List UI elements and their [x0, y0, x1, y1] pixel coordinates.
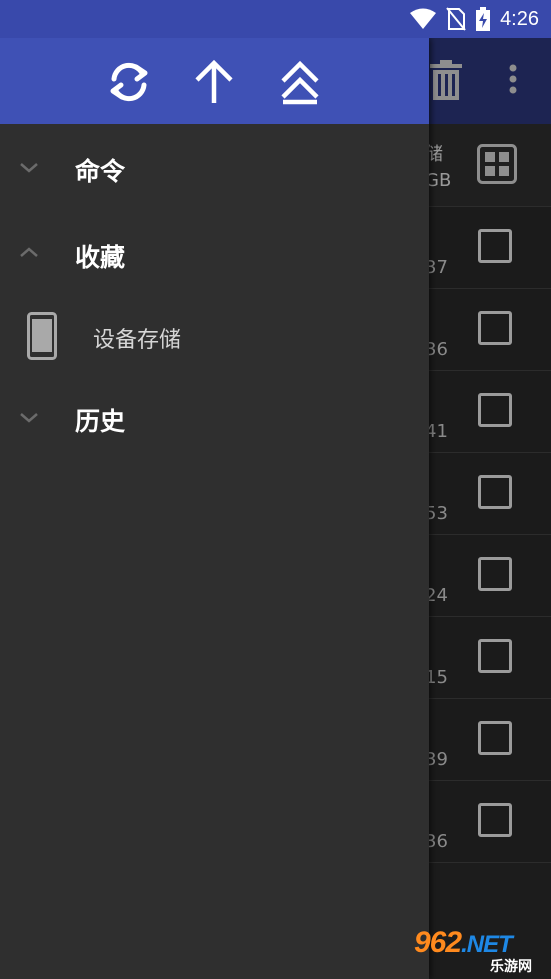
section-history-label: 历史	[75, 407, 126, 436]
row-checkbox[interactable]	[478, 639, 512, 673]
refresh-button[interactable]	[105, 58, 153, 106]
no-sim-icon	[446, 7, 466, 31]
row-checkbox[interactable]	[478, 311, 512, 345]
status-bar: 4:26	[0, 0, 551, 38]
go-up-button[interactable]	[190, 58, 238, 106]
drawer-header	[0, 38, 429, 124]
watermark-main: 962	[414, 926, 462, 959]
chevron-up-icon	[20, 247, 38, 257]
watermark-sub: 乐游网	[490, 959, 532, 975]
refresh-icon	[110, 62, 148, 102]
section-favorites[interactable]: 收藏	[0, 224, 429, 284]
section-history[interactable]: 历史	[0, 388, 429, 448]
row-checkbox[interactable]	[478, 229, 512, 263]
section-commands-label: 命令	[75, 157, 126, 186]
row-checkbox[interactable]	[478, 393, 512, 427]
row-checkbox[interactable]	[478, 475, 512, 509]
navigation-drawer: 命令 收藏 设备存储 历史	[0, 38, 429, 979]
wifi-icon	[410, 8, 437, 29]
grid-view-icon[interactable]	[477, 144, 517, 184]
chevron-down-icon	[20, 163, 38, 173]
more-vert-icon[interactable]	[508, 64, 518, 94]
phone-icon	[27, 312, 57, 360]
chevron-down-icon	[20, 413, 38, 423]
battery-charging-icon	[476, 7, 491, 31]
clock: 4:26	[500, 7, 539, 30]
watermark-text: 962.NET	[414, 926, 513, 960]
go-to-root-button[interactable]	[276, 58, 324, 106]
watermark-logo: 962.NET 乐游网	[410, 926, 548, 975]
section-favorites-label: 收藏	[75, 243, 126, 272]
favorite-item-label: 设备存储	[93, 328, 182, 353]
watermark-suffix: .NET	[461, 931, 513, 958]
section-commands[interactable]: 命令	[0, 138, 429, 198]
double-chevron-up-icon	[281, 60, 319, 105]
row-checkbox[interactable]	[478, 721, 512, 755]
arrow-up-icon	[195, 59, 233, 103]
row-checkbox[interactable]	[478, 803, 512, 837]
trash-icon[interactable]	[428, 60, 464, 100]
status-icons: 4:26	[410, 6, 539, 32]
row-checkbox[interactable]	[478, 557, 512, 591]
favorite-item-device-storage[interactable]: 设备存储	[0, 306, 429, 366]
